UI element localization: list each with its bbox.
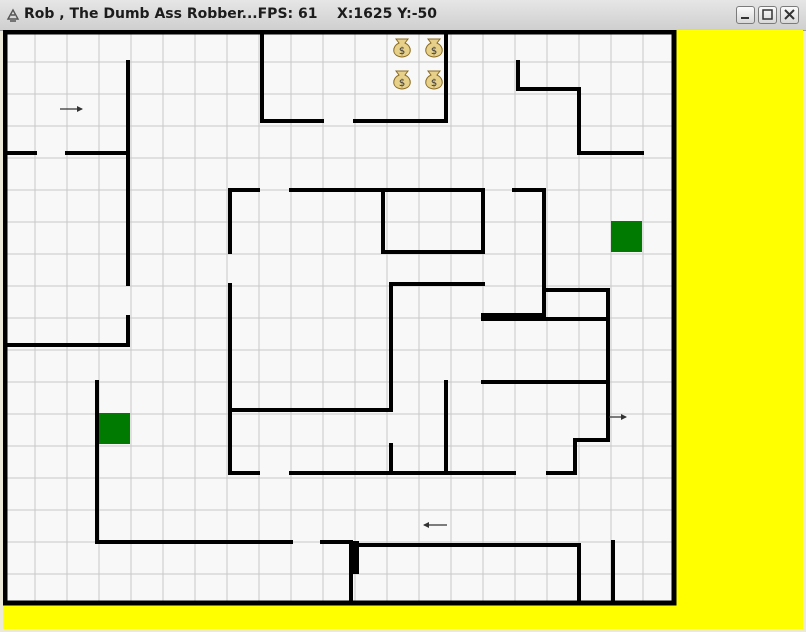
game-canvas-area[interactable]: $ $ $ $ xyxy=(3,30,803,629)
svg-text:$: $ xyxy=(399,46,405,57)
maximize-button[interactable] xyxy=(758,6,777,24)
goal-tile[interactable] xyxy=(611,221,642,252)
maze-board[interactable]: $ $ $ $ xyxy=(3,30,803,629)
goal-tile[interactable] xyxy=(99,413,130,444)
title-bar[interactable]: Rob , The Dumb Ass Robber...FPS: 61 X:16… xyxy=(0,0,806,31)
minimize-icon xyxy=(741,17,749,19)
svg-text:$: $ xyxy=(431,78,437,89)
window-title: Rob , The Dumb Ass Robber...FPS: 61 X:16… xyxy=(24,6,438,22)
minimize-button[interactable] xyxy=(736,6,755,24)
svg-text:$: $ xyxy=(431,46,437,57)
close-button[interactable] xyxy=(780,6,799,24)
maximize-icon xyxy=(762,9,773,20)
robber-icon xyxy=(6,8,20,22)
close-icon xyxy=(784,9,795,20)
game-window: Rob , The Dumb Ass Robber...FPS: 61 X:16… xyxy=(0,0,806,632)
svg-text:$: $ xyxy=(399,78,405,89)
